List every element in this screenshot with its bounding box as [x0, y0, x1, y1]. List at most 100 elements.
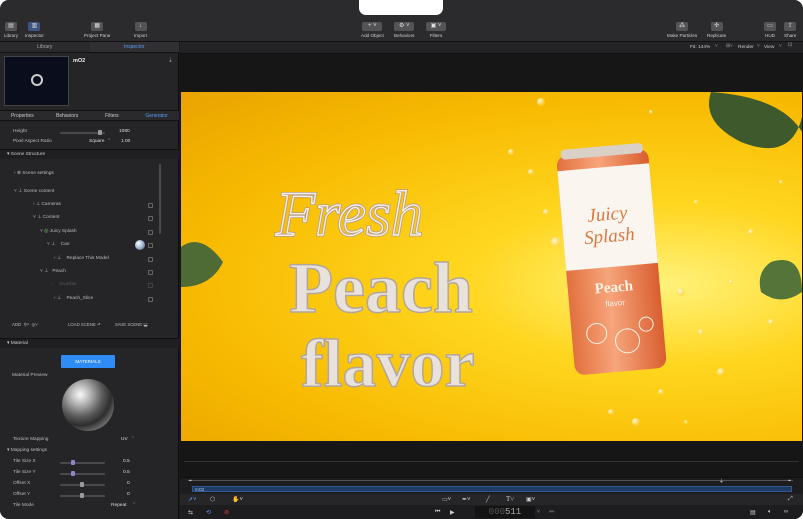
fit-zoom-select[interactable]: Fit: 144% [690, 45, 710, 50]
render-menu[interactable]: Render [738, 45, 754, 50]
frame-counter-chevron-icon[interactable]: ˅ [537, 509, 540, 515]
previous-frame-icon[interactable]: ⏮ [435, 509, 440, 516]
filters-button[interactable]: ▣ ˅ Filters [426, 22, 446, 38]
peach-checkbox[interactable] [148, 270, 153, 275]
replicate-button[interactable]: ✣ Replicate [707, 22, 726, 38]
leaf-left-icon [181, 242, 223, 287]
tile-size-y-knob[interactable] [71, 471, 75, 476]
frame-counter[interactable]: 000511 [475, 506, 535, 518]
playhead-icon[interactable]: ⍊ [720, 478, 723, 484]
materials-button[interactable]: MATERIALS [61, 355, 115, 368]
peach-slice-checkbox[interactable] [148, 297, 153, 302]
timeline-toggle-icon[interactable]: ▤ [750, 509, 756, 516]
hand-tool-icon[interactable]: ✋˅ [232, 496, 243, 503]
can-material-icon[interactable] [135, 240, 145, 250]
library-button[interactable]: ▤ Library [4, 22, 18, 38]
make-particles-button[interactable]: ⁂ Make Particles [667, 22, 697, 38]
loop-icon[interactable]: ⟲ [206, 509, 211, 516]
play-icon[interactable]: ▶ [450, 509, 455, 516]
view-toggle-icon[interactable]: ∞ [784, 509, 788, 515]
aspect-chevron-icon[interactable]: ⌃ [107, 139, 111, 144]
tree-item-juicy-splash[interactable]: ˅ ◎ Juicy Splash [40, 229, 77, 234]
offset-x-knob[interactable] [80, 482, 84, 487]
tab-library[interactable]: Library [0, 42, 90, 52]
material-header[interactable]: ▾ Material [0, 338, 179, 348]
select-tool-icon[interactable]: ➚˅ [188, 496, 197, 503]
view-chevron-icon[interactable]: ˅ [779, 44, 782, 49]
load-scene-button[interactable]: LOAD SCENE ⬏ [68, 322, 101, 328]
selected-item-thumbnail [4, 56, 69, 106]
scene-structure-header[interactable]: ▾ Scene Structure [0, 149, 179, 159]
scene-settings-item[interactable]: › ⊕ Scene settings [14, 171, 54, 176]
tree-item-peach[interactable]: ˅ ⊥ Peach [40, 269, 66, 274]
tab-properties[interactable]: Properties [0, 111, 45, 120]
replace-checkbox[interactable] [148, 257, 153, 262]
leaf-top-right-icon [709, 92, 802, 149]
share-button[interactable]: ⇪ Share [784, 22, 796, 38]
add-button[interactable]: ADD ⚲˅ ◎˅ [12, 322, 38, 328]
import-button[interactable]: ↓ Import [134, 22, 147, 38]
pin-icon[interactable]: ⇣ [168, 57, 173, 64]
mask-tool-icon[interactable]: ▣˅ [526, 496, 535, 503]
tree-item-invisible[interactable]: ◌ Invisible [47, 282, 77, 287]
tile-mode-select[interactable]: Repeat [111, 503, 126, 508]
texture-mapping-select[interactable]: UV [121, 437, 128, 442]
text-tool-icon[interactable]: T˅ [506, 495, 514, 503]
can-checkbox[interactable] [148, 243, 153, 248]
audio-icon[interactable]: 🔈︎ [768, 509, 772, 516]
mapping-settings-header[interactable]: ▾ Mapping settings [7, 448, 47, 453]
tree-item-peach-slice[interactable]: › ⊥ Peach_Slice [54, 296, 93, 301]
render-chevron-icon[interactable]: ˅ [757, 44, 760, 49]
tree-item-content[interactable]: ˅ ⊥ Content [33, 215, 59, 220]
offset-y-knob[interactable] [80, 493, 84, 498]
in-point-icon[interactable]: ⌖ [189, 478, 192, 484]
layout-icon[interactable]: ⊡ [788, 43, 792, 48]
inspector-button[interactable]: ▥ Inspector [25, 22, 44, 38]
content-checkbox[interactable] [148, 216, 153, 221]
behaviors-button[interactable]: ⚙ ˅ Behaviors [394, 22, 414, 38]
expand-icon[interactable]: ⤢ [788, 496, 793, 503]
channels-icon[interactable]: ⊞˅ [726, 44, 733, 49]
paint-tool-icon[interactable]: ╱ [486, 496, 490, 503]
offset-y-slider[interactable] [60, 493, 105, 498]
shape-tool-icon[interactable]: ▭˅ [442, 496, 451, 503]
height-slider[interactable] [60, 130, 105, 135]
project-pane-button[interactable]: ▦ Project Pane [84, 22, 110, 38]
tree-item-can[interactable]: ˅ ⊥ Can [47, 242, 69, 247]
tree-item-replace-model[interactable]: › ⊥ Replace This Model [54, 256, 109, 261]
timeline-clip[interactable]: mO2 [192, 486, 792, 492]
height-slider-knob[interactable] [98, 130, 102, 135]
add-object-button[interactable]: + ˅ Add Object [361, 22, 384, 38]
aspect-number[interactable]: 1.00 [121, 139, 130, 144]
juicy-splash-checkbox[interactable] [148, 230, 153, 235]
texture-mapping-chevron-icon[interactable]: ⌃ [131, 437, 135, 442]
tile-size-y-slider[interactable] [60, 471, 105, 476]
save-scene-button[interactable]: SAVE SCENE ⬓ [115, 322, 147, 328]
pen-tool-icon[interactable]: ✒˅ [462, 496, 471, 503]
invisible-checkbox[interactable] [148, 283, 153, 288]
tree-scrollbar[interactable] [159, 164, 161, 234]
tab-generator[interactable]: Generator [134, 111, 179, 120]
tile-size-x-knob[interactable] [71, 460, 75, 465]
height-value[interactable]: 1080 [119, 129, 130, 134]
transform-tool-icon[interactable]: ⬡ [210, 496, 215, 503]
record-options-icon[interactable]: ⇆ [188, 509, 193, 516]
tree-item-cameras[interactable]: › ⊥ Cameras [33, 202, 61, 207]
next-frame-icon[interactable]: ⏭ [549, 509, 554, 516]
fit-chevron-icon[interactable]: ˅ [715, 44, 718, 49]
scene-content-item[interactable]: ˅ ⊥ Scene content [14, 189, 54, 194]
record-icon[interactable]: ⊘ [224, 509, 229, 516]
offset-x-slider[interactable] [60, 482, 105, 487]
tab-behaviors[interactable]: Behaviors [45, 111, 90, 120]
tab-inspector[interactable]: Inspector [89, 42, 179, 52]
cameras-checkbox[interactable] [148, 203, 153, 208]
tile-size-x-slider[interactable] [60, 460, 105, 465]
view-menu[interactable]: View [764, 45, 774, 50]
aspect-select[interactable]: Square [89, 139, 104, 144]
tile-mode-chevron-icon[interactable]: ⌃ [132, 503, 136, 508]
out-point-icon[interactable]: ⌖ [788, 478, 791, 484]
hud-button[interactable]: ▭ HUD [764, 22, 776, 38]
timeline-ruler[interactable] [188, 480, 793, 484]
project-canvas[interactable]: Fresh Fresh Peach flavor Juicy Splash Pe… [181, 92, 802, 441]
tab-filters[interactable]: Filters [90, 111, 135, 120]
